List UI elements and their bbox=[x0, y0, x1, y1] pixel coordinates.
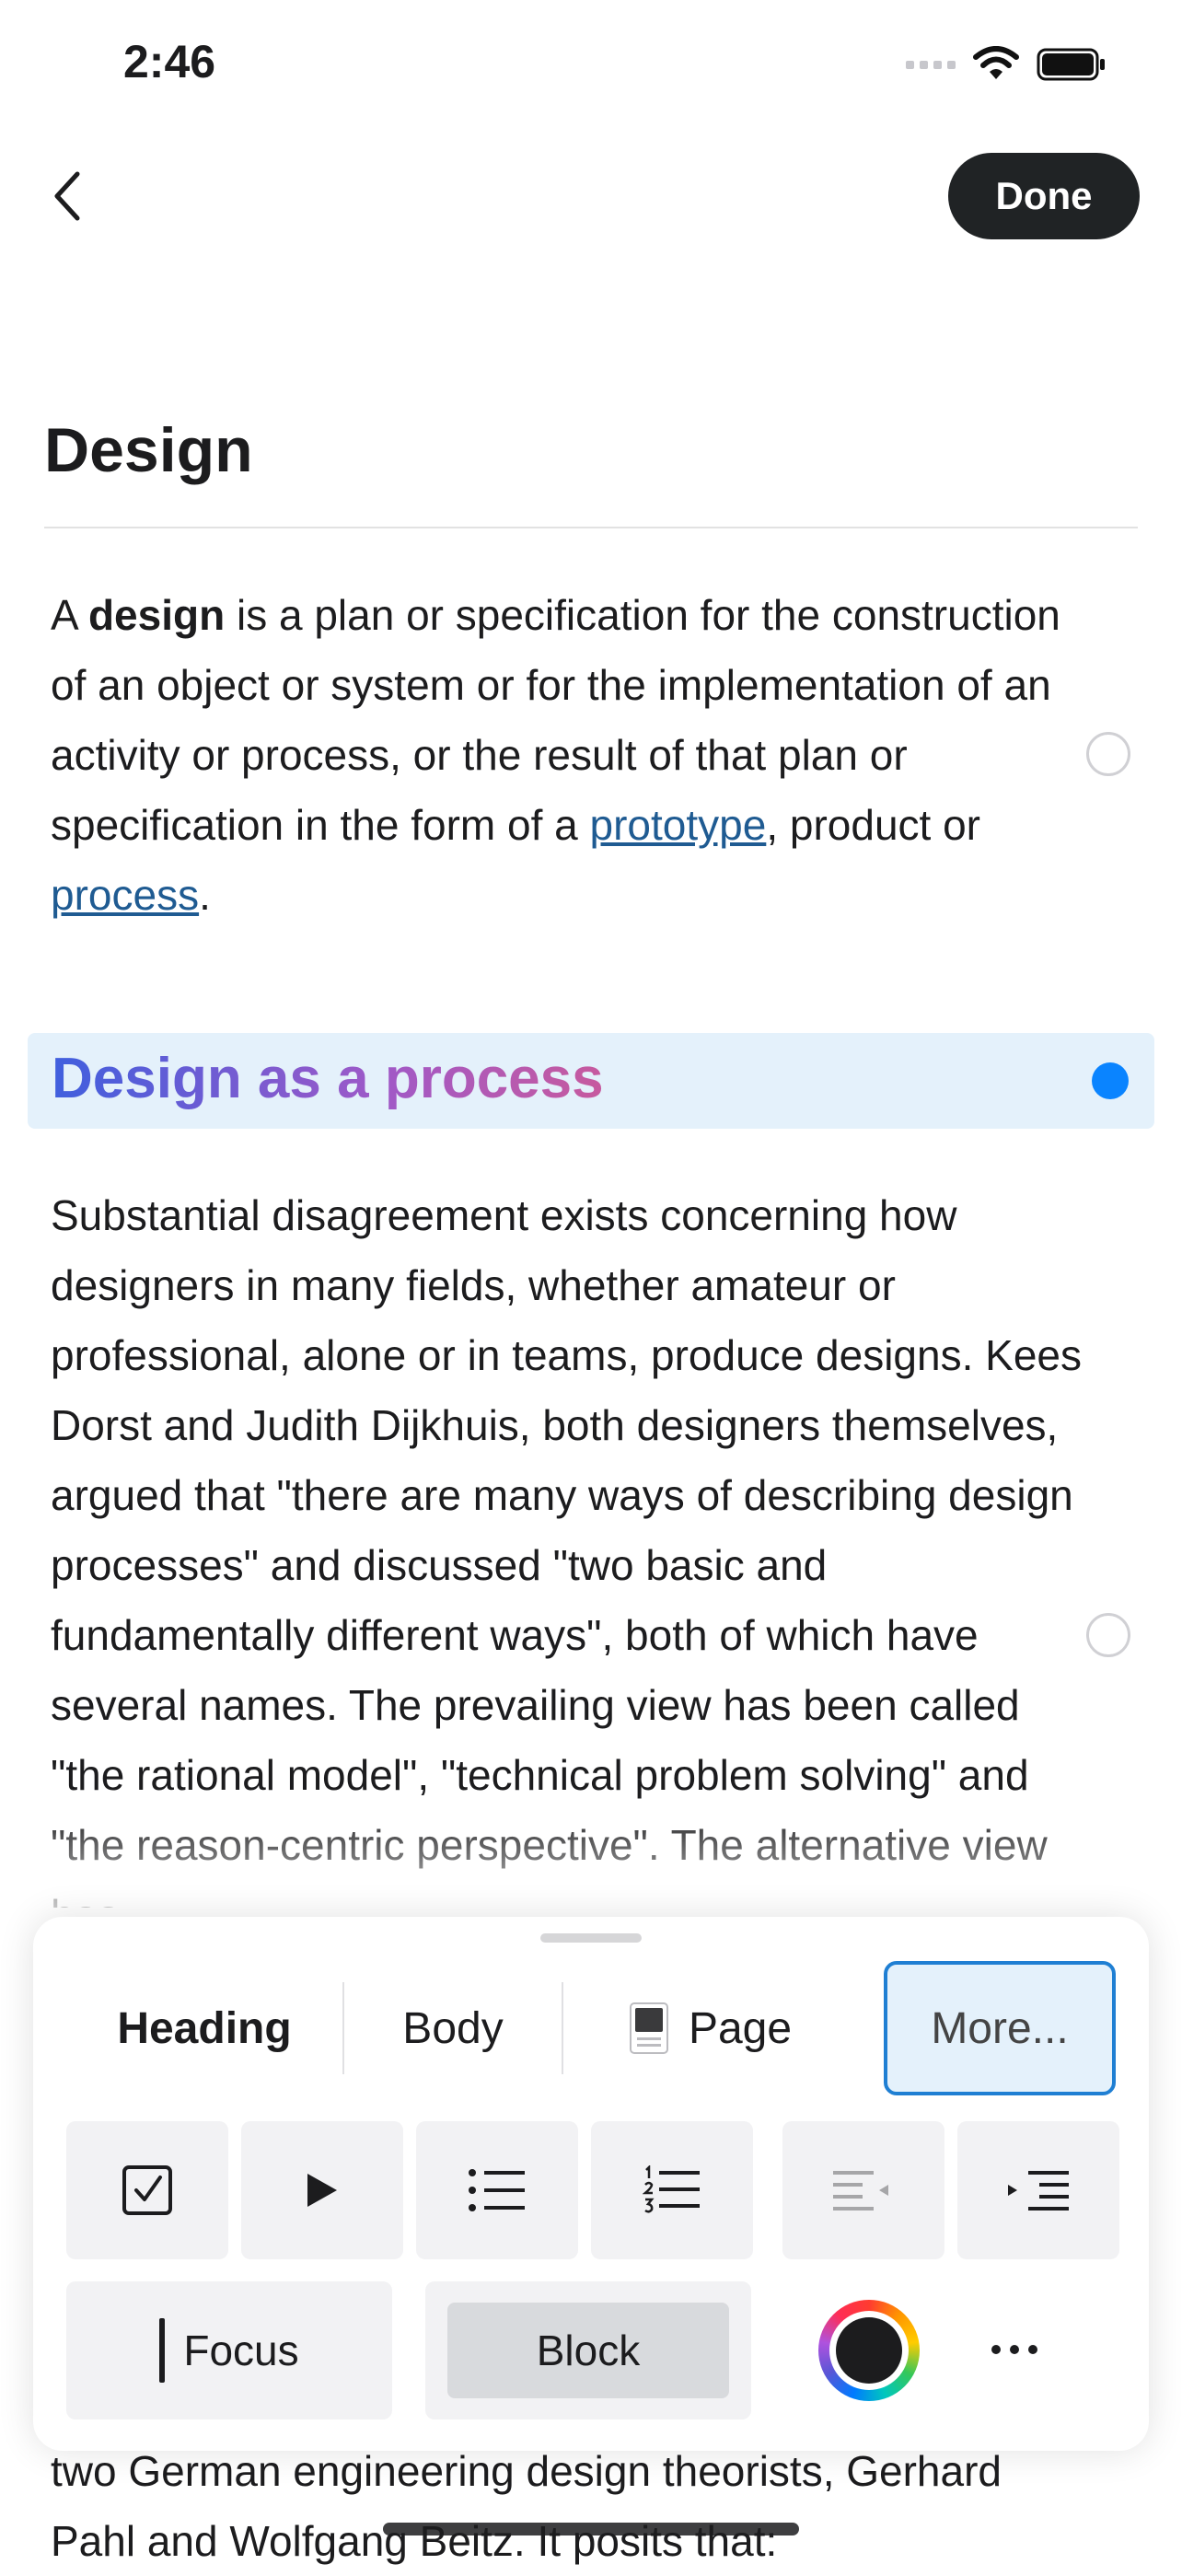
format-panel: Heading Body Page More... Focus Block bbox=[33, 1917, 1149, 2451]
tab-more[interactable]: More... bbox=[884, 1961, 1116, 2095]
section-heading[interactable]: Design as a process bbox=[52, 1046, 604, 1111]
outdent-icon bbox=[833, 2171, 888, 2210]
section-paragraph[interactable]: Substantial disagreement exists concerni… bbox=[51, 1180, 1082, 1908]
battery-icon bbox=[1037, 48, 1105, 81]
checkbox-icon bbox=[122, 2165, 172, 2215]
more-icon[interactable] bbox=[959, 2303, 1070, 2396]
page-title[interactable]: Design bbox=[44, 414, 253, 486]
tab-page[interactable]: Page bbox=[563, 1959, 858, 2097]
status-time: 2:46 bbox=[123, 36, 216, 87]
outdent-button[interactable] bbox=[782, 2121, 944, 2259]
bulleted-list-icon bbox=[469, 2169, 525, 2211]
title-divider bbox=[44, 527, 1138, 528]
content-fade bbox=[0, 1804, 1182, 1933]
wifi-icon bbox=[973, 46, 1019, 79]
checkbox-button[interactable] bbox=[66, 2121, 228, 2259]
indent-icon bbox=[1008, 2171, 1069, 2210]
tab-body[interactable]: Body bbox=[344, 1959, 562, 2097]
tab-page-label: Page bbox=[688, 2003, 793, 2053]
block-type-tabs: Heading Body Page More... bbox=[66, 1959, 1116, 2097]
intro-text-between: , product or bbox=[766, 801, 980, 849]
color-picker-icon[interactable] bbox=[818, 2300, 920, 2401]
block-selected-indicator[interactable] bbox=[1092, 1062, 1129, 1099]
focus-button[interactable]: Focus bbox=[66, 2281, 392, 2419]
status-icons bbox=[906, 46, 1107, 83]
color-ring bbox=[829, 2311, 909, 2390]
block-select-circle[interactable] bbox=[1086, 732, 1130, 776]
block-label: Block bbox=[447, 2303, 729, 2398]
back-button[interactable] bbox=[52, 164, 98, 228]
page-icon bbox=[629, 2002, 668, 2054]
focus-label: Focus bbox=[183, 2327, 299, 2374]
tab-heading[interactable]: Heading bbox=[66, 1959, 342, 2097]
process-link[interactable]: process bbox=[51, 871, 199, 919]
chevron-left-icon bbox=[54, 171, 80, 221]
focus-bar-icon bbox=[159, 2318, 166, 2383]
intro-text-end: . bbox=[199, 871, 211, 919]
tail-paragraph[interactable]: two German engineering design theorists,… bbox=[51, 2436, 1082, 2576]
intro-paragraph[interactable]: A design is a plan or specification for … bbox=[51, 580, 1082, 930]
panel-grabber[interactable] bbox=[540, 1933, 642, 1943]
prototype-link[interactable]: prototype bbox=[590, 801, 767, 849]
numbered-list-button[interactable] bbox=[591, 2121, 753, 2259]
intro-text-pre: A bbox=[51, 591, 88, 639]
block-button[interactable]: Block bbox=[425, 2281, 751, 2419]
current-color-swatch bbox=[836, 2317, 902, 2384]
bulleted-list-button[interactable] bbox=[416, 2121, 578, 2259]
cellular-signal-icon bbox=[906, 60, 956, 69]
toggle-triangle-icon bbox=[307, 2174, 337, 2207]
intro-bold-term: design bbox=[87, 591, 226, 639]
done-button[interactable]: Done bbox=[948, 153, 1140, 239]
toggle-button[interactable] bbox=[241, 2121, 403, 2259]
numbered-list-icon bbox=[643, 2165, 700, 2213]
indent-button[interactable] bbox=[957, 2121, 1119, 2259]
block-select-circle[interactable] bbox=[1086, 1613, 1130, 1657]
home-indicator bbox=[383, 2523, 799, 2535]
selected-heading-block[interactable]: Design as a process bbox=[28, 1033, 1154, 1129]
